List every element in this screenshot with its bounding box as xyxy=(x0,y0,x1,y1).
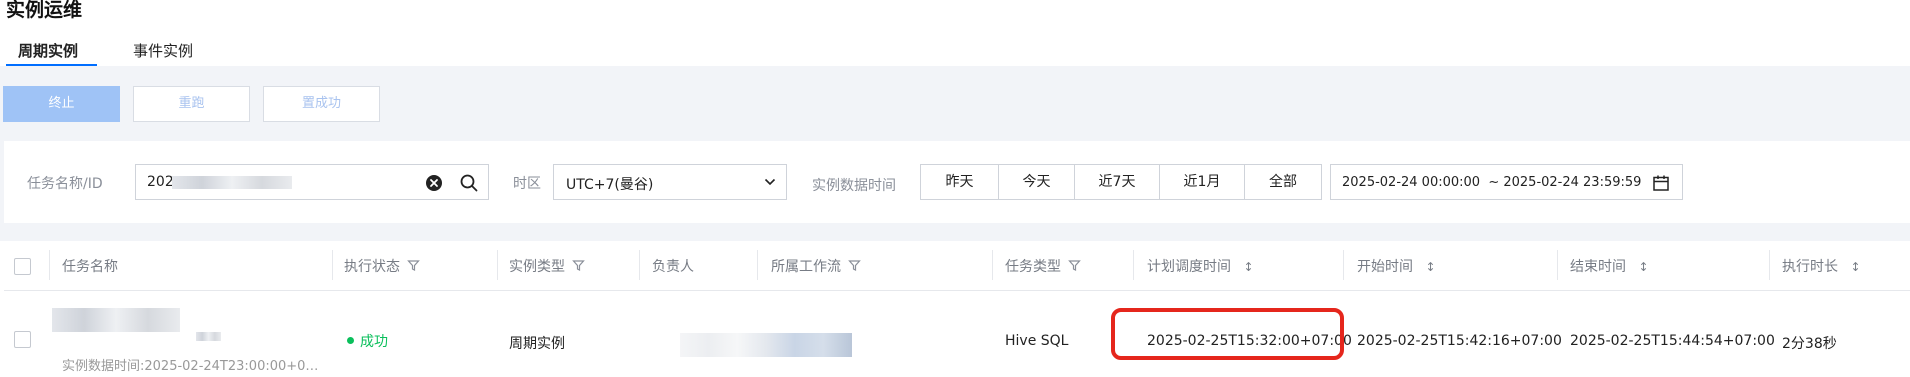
range-7days-button[interactable]: 近7天 xyxy=(1074,164,1160,200)
redacted-task-name xyxy=(52,308,180,332)
timezone-select[interactable]: UTC+7(曼谷) xyxy=(553,164,787,200)
column-separator xyxy=(49,250,50,280)
header-end-time[interactable]: 结束时间 ↕ xyxy=(1570,256,1649,276)
column-separator xyxy=(1557,250,1558,280)
filter-icon[interactable] xyxy=(848,259,862,272)
column-separator xyxy=(757,250,758,280)
header-start-time[interactable]: 开始时间 ↕ xyxy=(1357,256,1436,276)
header-workflow[interactable]: 所属工作流 xyxy=(771,256,862,276)
redacted-owner-workflow xyxy=(680,333,852,357)
page-title: 实例运维 xyxy=(6,0,83,21)
header-exec-status-label: 执行状态 xyxy=(344,259,400,275)
rerun-button[interactable]: 重跑 xyxy=(133,86,250,122)
column-separator xyxy=(992,250,993,280)
tab-event-instances[interactable]: 事件实例 xyxy=(133,40,193,66)
column-separator xyxy=(1343,250,1344,280)
row-status: 成功 xyxy=(360,334,388,350)
filter-icon[interactable] xyxy=(407,259,421,272)
range-all-button[interactable]: 全部 xyxy=(1244,164,1322,200)
column-separator xyxy=(332,250,333,280)
header-task-type-label: 任务类型 xyxy=(1005,259,1061,275)
range-yesterday-button[interactable]: 昨天 xyxy=(920,164,999,200)
row-instance-data-time: 实例数据时间:2025-02-24T23:00:00+0… xyxy=(62,359,319,374)
column-separator xyxy=(1133,250,1134,280)
header-task-type[interactable]: 任务类型 xyxy=(1005,256,1082,276)
header-scheduled-time-label: 计划调度时间 xyxy=(1147,259,1231,275)
header-exec-status[interactable]: 执行状态 xyxy=(344,256,421,276)
column-separator xyxy=(639,250,640,280)
clear-icon[interactable] xyxy=(425,174,443,192)
header-scheduled-time[interactable]: 计划调度时间 ↕ xyxy=(1147,256,1254,276)
header-workflow-label: 所属工作流 xyxy=(771,259,841,275)
filter-icon[interactable] xyxy=(1068,259,1082,272)
row-start-time: 2025-02-25T15:42:16+07:00 xyxy=(1357,333,1562,349)
search-icon[interactable] xyxy=(459,173,479,193)
highlight-box xyxy=(1111,308,1344,360)
header-instance-type[interactable]: 实例类型 xyxy=(509,256,586,276)
status-success-dot xyxy=(347,337,354,344)
row-duration: 2分38秒 xyxy=(1782,336,1837,352)
header-end-time-label: 结束时间 xyxy=(1570,259,1626,275)
set-success-button[interactable]: 置成功 xyxy=(263,86,380,122)
table-header-divider xyxy=(4,290,1910,291)
task-name-input[interactable]: 202 xyxy=(135,164,489,200)
header-duration-label: 执行时长 xyxy=(1782,259,1838,275)
redacted-text xyxy=(172,176,292,189)
filter-icon[interactable] xyxy=(572,259,586,272)
range-today-button[interactable]: 今天 xyxy=(998,164,1075,200)
calendar-icon xyxy=(1653,175,1669,191)
row-instance-type: 周期实例 xyxy=(509,336,565,352)
row-task-type: Hive SQL xyxy=(1005,333,1069,349)
sort-icon[interactable]: ↕ xyxy=(1243,260,1253,274)
header-owner[interactable]: 负责人 xyxy=(652,256,694,276)
chevron-down-icon xyxy=(764,178,776,186)
range-1month-button[interactable]: 近1月 xyxy=(1159,164,1245,200)
date-range-value: 2025-02-24 00:00:00 ~ 2025-02-24 23:59:5… xyxy=(1342,175,1642,190)
header-instance-type-label: 实例类型 xyxy=(509,259,565,275)
sort-icon[interactable]: ↕ xyxy=(1638,260,1648,274)
tab-bar: 周期实例 事件实例 xyxy=(0,36,1910,67)
column-separator xyxy=(497,250,498,280)
timezone-select-value: UTC+7(曼谷) xyxy=(566,177,654,193)
date-range-picker[interactable]: 2025-02-24 00:00:00 ~ 2025-02-24 23:59:5… xyxy=(1330,164,1683,200)
select-all-checkbox[interactable] xyxy=(14,258,31,275)
task-name-input-value: 202 xyxy=(147,174,174,190)
header-duration[interactable]: 执行时长 ↕ xyxy=(1782,256,1861,276)
column-separator xyxy=(1769,250,1770,280)
row-checkbox[interactable] xyxy=(14,331,31,348)
row-end-time: 2025-02-25T15:44:54+07:00 xyxy=(1570,333,1775,349)
task-name-label: 任务名称/ID xyxy=(27,176,103,192)
header-task-name[interactable]: 任务名称 xyxy=(62,256,118,276)
header-start-time-label: 开始时间 xyxy=(1357,259,1413,275)
redacted-task-name-suffix xyxy=(196,332,221,341)
instance-data-time-label: 实例数据时间 xyxy=(812,178,896,194)
terminate-button[interactable]: 终止 xyxy=(3,86,120,122)
timezone-label: 时区 xyxy=(513,176,541,192)
sort-icon[interactable]: ↕ xyxy=(1425,260,1435,274)
tab-periodic-instances[interactable]: 周期实例 xyxy=(18,40,78,66)
sort-icon[interactable]: ↕ xyxy=(1850,260,1860,274)
